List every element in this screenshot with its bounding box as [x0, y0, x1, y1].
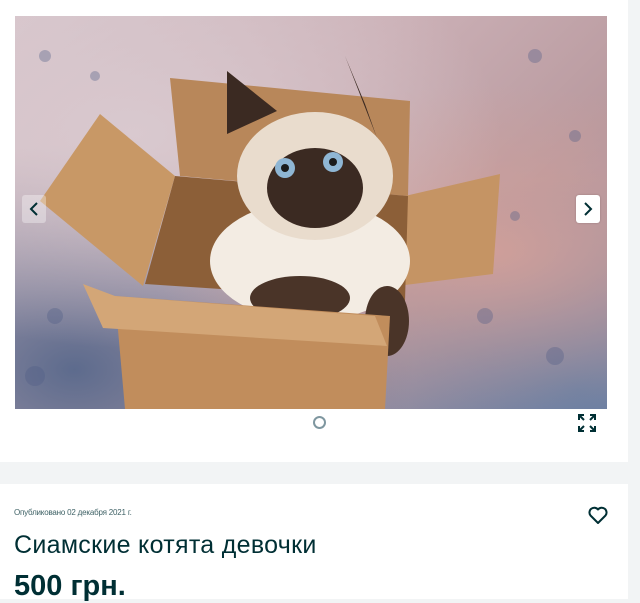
kitten-in-box-image [25, 49, 581, 409]
gallery-page-dot[interactable] [313, 416, 326, 429]
gallery-next-button[interactable] [576, 195, 600, 223]
fullscreen-button[interactable] [576, 412, 598, 434]
chevron-left-icon [29, 202, 38, 216]
heart-icon [588, 506, 608, 524]
chevron-right-icon [584, 202, 593, 216]
listing-price: 500 грн. [14, 570, 126, 602]
page-scrollbar[interactable] [628, 0, 640, 599]
gallery-prev-button[interactable] [22, 195, 46, 223]
favorite-button[interactable] [586, 503, 610, 527]
expand-icon [578, 414, 596, 432]
listing-info-card: Опубликовано 02 декабря 2021 г. Сиамские… [0, 484, 628, 602]
published-date: Опубликовано 02 декабря 2021 г. [14, 508, 132, 517]
listing-photo[interactable] [15, 16, 607, 409]
gallery-card [0, 0, 628, 462]
listing-title: Сиамские котята девочки [14, 531, 317, 559]
